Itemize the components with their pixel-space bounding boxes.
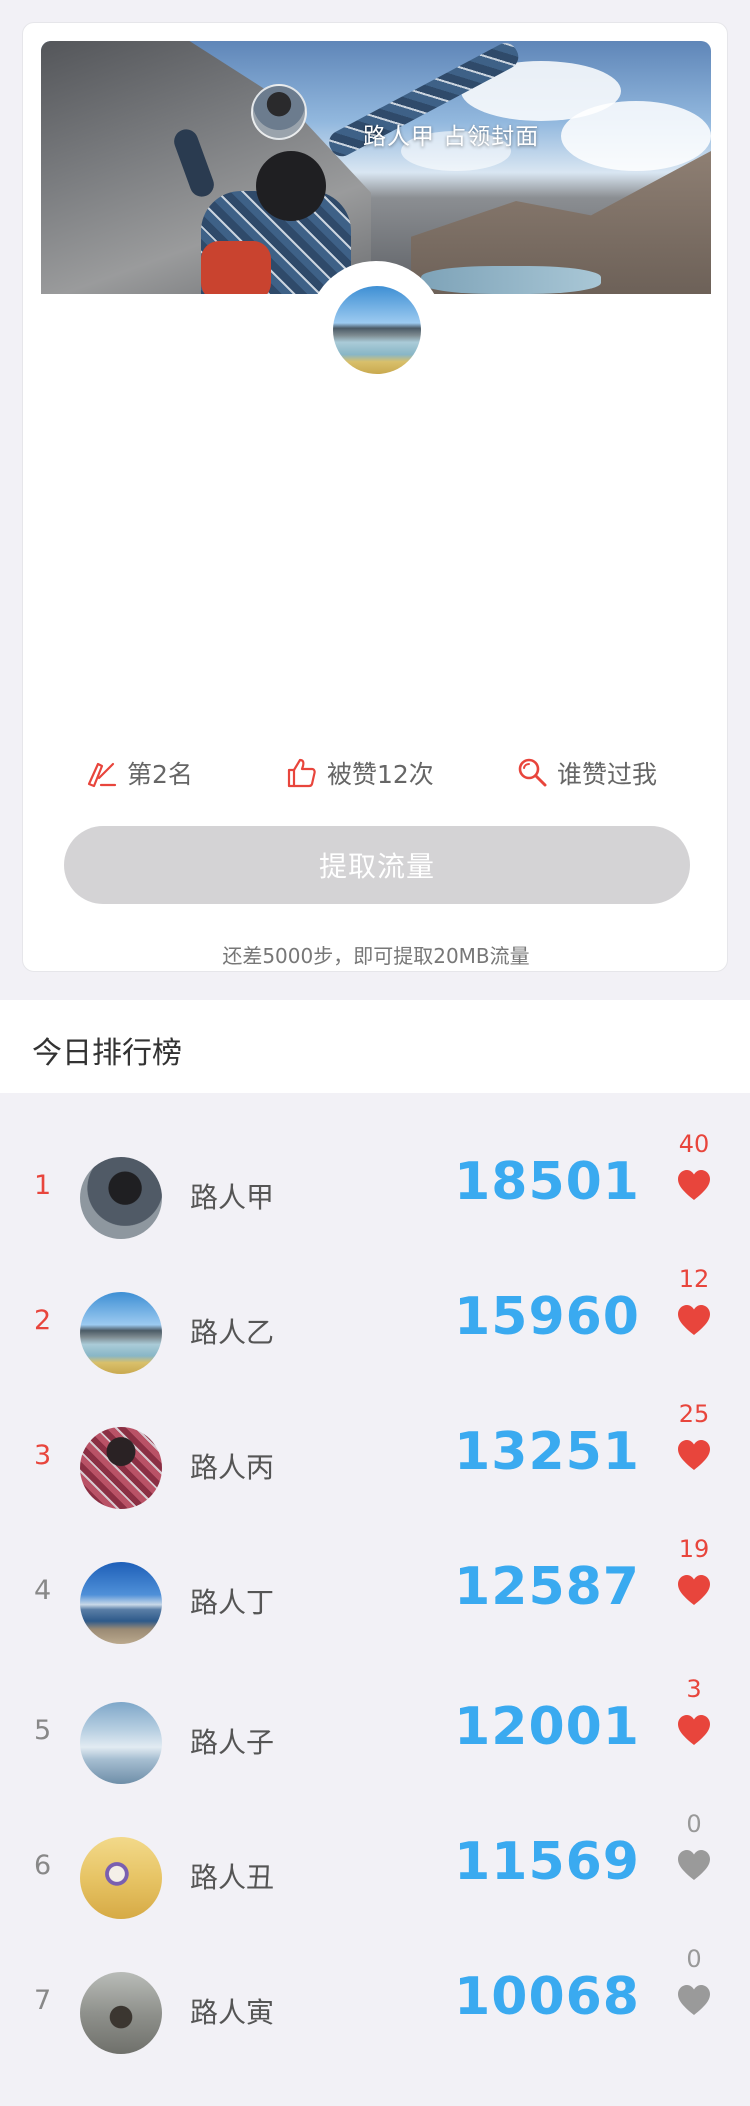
avatar[interactable]: [80, 1157, 162, 1239]
leaderboard-row[interactable]: 1 路人甲 18501 40: [0, 1130, 750, 1250]
rank-number: 4: [34, 1575, 52, 1606]
leaderboard-row[interactable]: 2 路人乙 15960 12: [0, 1265, 750, 1385]
extract-data-button[interactable]: 提取流量: [64, 826, 690, 904]
heart-icon[interactable]: [676, 1573, 712, 1607]
leaderboard-row[interactable]: 5 路人子 12001 3: [0, 1675, 750, 1795]
who-liked-label: 谁赞过我: [557, 760, 658, 789]
heart-icon[interactable]: [676, 1848, 712, 1882]
search-icon: [518, 758, 547, 787]
profile-card: 路人甲 占领封面 第2名 被赞12次 谁赞过我 提取流量 还差5000步，即可提…: [22, 22, 728, 972]
user-name: 路人丙: [190, 1451, 275, 1484]
like-count: 3: [686, 1675, 702, 1703]
step-count: 10068: [454, 1967, 640, 2027]
user-name: 路人子: [190, 1726, 275, 1759]
like-count: 0: [686, 1945, 702, 1973]
user-name: 路人甲: [190, 1181, 275, 1214]
rank-number: 1: [34, 1170, 52, 1201]
thumbs-up-icon: [287, 758, 316, 788]
cover-image[interactable]: 路人甲 占领封面: [41, 41, 711, 294]
avatar[interactable]: [80, 1562, 162, 1644]
leaderboard-row[interactable]: 7 路人寅 10068 0: [0, 1945, 750, 2065]
step-count: 15960: [454, 1287, 640, 1347]
heart-icon[interactable]: [676, 1438, 712, 1472]
like-count: 25: [678, 1400, 710, 1428]
like-count: 19: [678, 1535, 710, 1563]
avatar[interactable]: [80, 1972, 162, 2054]
liked-count-stat[interactable]: 被赞12次: [285, 751, 434, 795]
user-name: 路人寅: [190, 1996, 275, 2029]
like-count: 40: [678, 1130, 710, 1158]
leaderboard-header: 今日排行榜: [0, 1000, 750, 1093]
heart-icon[interactable]: [676, 1983, 712, 2017]
step-count: 18501: [454, 1152, 640, 1212]
heart-icon[interactable]: [676, 1303, 712, 1337]
extract-hint: 还差5000步，即可提取20MB流量: [222, 944, 530, 968]
avatar[interactable]: [80, 1427, 162, 1509]
step-count: 12587: [454, 1557, 640, 1617]
avatar[interactable]: [80, 1702, 162, 1784]
step-count: 12001: [454, 1697, 640, 1757]
rank-number: 6: [34, 1850, 52, 1881]
rank-number: 7: [34, 1985, 52, 2016]
stats-bar: 第2名 被赞12次 谁赞过我: [23, 751, 729, 795]
like-count: 0: [686, 1810, 702, 1838]
leaderboard-row[interactable]: 4 路人丁 12587 19: [0, 1535, 750, 1655]
leaderboard-row[interactable]: 3 路人丙 13251 25: [0, 1400, 750, 1520]
like-count: 12: [678, 1265, 710, 1293]
leaderboard-row[interactable]: 6 路人丑 11569 0: [0, 1810, 750, 1930]
heart-icon[interactable]: [676, 1713, 712, 1747]
rank-number: 5: [34, 1715, 52, 1746]
avatar[interactable]: [80, 1292, 162, 1374]
user-name: 路人乙: [190, 1316, 275, 1349]
rank-number: 3: [34, 1440, 52, 1471]
rank-stat-label: 第2名: [127, 760, 193, 789]
rank-stat[interactable]: 第2名: [85, 751, 193, 795]
leaderboard-title: 今日排行榜: [32, 1036, 182, 1071]
user-name: 路人丁: [190, 1586, 275, 1619]
user-name: 路人丑: [190, 1861, 275, 1894]
liked-count-label: 被赞12次: [327, 760, 434, 789]
step-count: 13251: [454, 1422, 640, 1482]
avatar[interactable]: [80, 1837, 162, 1919]
heart-icon[interactable]: [676, 1168, 712, 1202]
pen-ranking-icon: [87, 762, 117, 788]
cover-owner-avatar[interactable]: [251, 84, 307, 140]
step-count: 11569: [454, 1832, 640, 1892]
cover-owner-text: 路人甲 占领封面: [363, 124, 540, 150]
who-liked-stat[interactable]: 谁赞过我: [515, 751, 657, 795]
rank-number: 2: [34, 1305, 52, 1336]
my-avatar[interactable]: [333, 286, 421, 374]
